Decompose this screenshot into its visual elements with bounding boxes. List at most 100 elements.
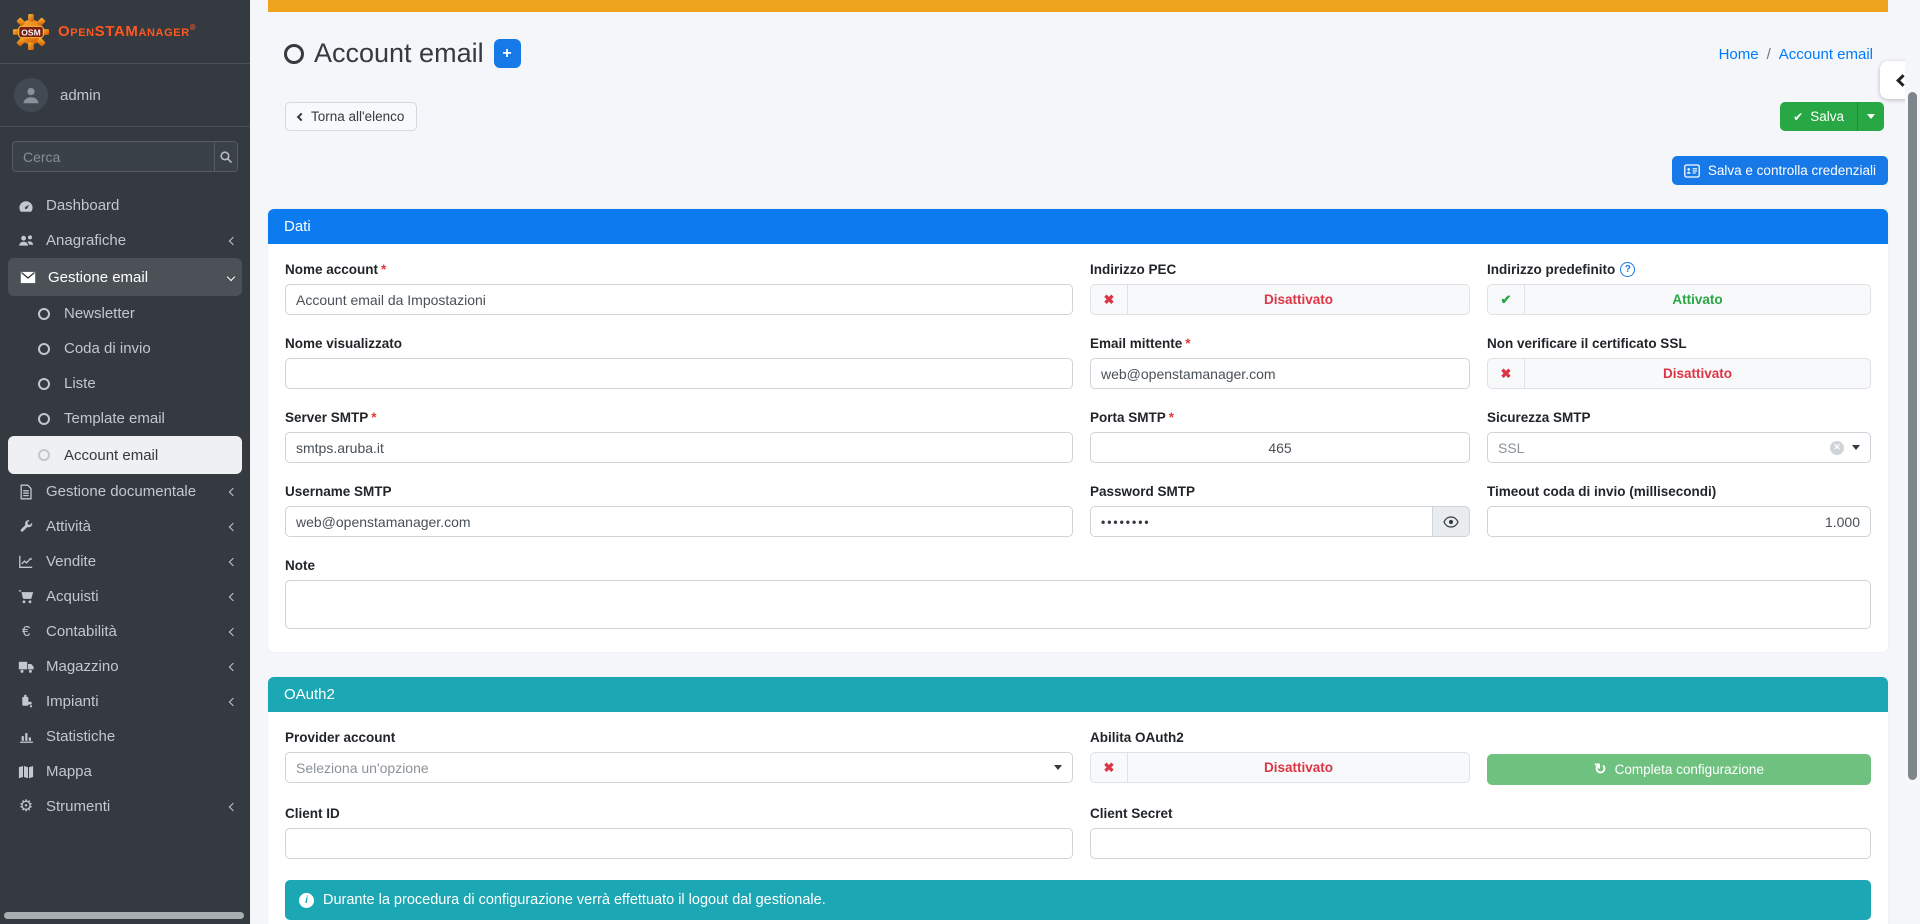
breadcrumb-separator: /: [1767, 46, 1771, 63]
sidebar-menu: DashboardAnagraficheGestione emailNewsle…: [0, 182, 250, 830]
field-client-id: Client ID: [285, 806, 1073, 859]
bar-chart-icon: [14, 729, 38, 744]
field-indirizzo-predefinito: Indirizzo predefinito? ✔ Attivato: [1487, 262, 1871, 315]
email-mittente-input[interactable]: [1090, 358, 1470, 389]
info-icon: i: [299, 893, 314, 908]
user-name: admin: [60, 87, 101, 104]
server-smtp-input[interactable]: [285, 432, 1073, 463]
search-button[interactable]: [214, 142, 237, 171]
search-input[interactable]: [13, 142, 214, 171]
required-asterisk: *: [1169, 410, 1174, 425]
sidebar-item-label: Statistiche: [46, 728, 115, 745]
sidebar-item-liste[interactable]: Liste: [0, 366, 250, 401]
dashboard-icon: [14, 198, 38, 214]
complete-configuration-button[interactable]: ↻ Completa configurazione: [1487, 754, 1871, 785]
clear-selection-icon[interactable]: ✕: [1830, 441, 1844, 455]
sidebar-item-anagrafiche[interactable]: Anagrafiche: [0, 223, 250, 258]
sidebar-item-vendite[interactable]: Vendite: [0, 544, 250, 579]
chevron-left-icon: [229, 487, 237, 495]
timeout-input[interactable]: [1487, 506, 1871, 537]
sidebar-horizontal-scrollbar[interactable]: [4, 912, 244, 919]
sidebar-item-mappa[interactable]: Mappa: [0, 754, 250, 789]
save-dropdown-button[interactable]: [1857, 102, 1884, 131]
porta-smtp-input[interactable]: [1090, 432, 1470, 463]
toggle-state-label: Disattivato: [1525, 359, 1870, 388]
breadcrumb-current-link[interactable]: Account email: [1779, 46, 1873, 63]
required-asterisk: *: [1185, 336, 1190, 351]
eye-icon: [1443, 516, 1459, 528]
vertical-scrollbar-thumb[interactable]: [1908, 92, 1917, 780]
indirizzo-predefinito-toggle[interactable]: ✔ Attivato: [1487, 284, 1871, 315]
sidebar-item-gestione-email[interactable]: Gestione email: [8, 258, 242, 296]
sidebar-item-contabilita[interactable]: € Contabilità: [0, 614, 250, 649]
field-abilita-oauth2: Abilita OAuth2 ✖ Disattivato: [1090, 730, 1470, 785]
user-panel[interactable]: admin: [0, 64, 250, 127]
required-asterisk: *: [371, 410, 376, 425]
non-verificare-ssl-toggle[interactable]: ✖ Disattivato: [1487, 358, 1871, 389]
chevron-left-icon: [229, 802, 237, 810]
username-smtp-input[interactable]: [285, 506, 1073, 537]
map-icon: [14, 765, 38, 779]
sidebar-item-label: Attività: [46, 518, 91, 535]
brand[interactable]: OSM OpenSTAManager®: [0, 0, 250, 64]
nome-visualizzato-input[interactable]: [285, 358, 1073, 389]
sidebar-item-gestione-documentale[interactable]: Gestione documentale: [0, 474, 250, 509]
back-to-list-button[interactable]: Torna all'elenco: [285, 102, 417, 131]
sidebar-item-magazzino[interactable]: Magazzino: [0, 649, 250, 684]
field-email-mittente: Email mittente*: [1090, 336, 1470, 389]
sidebar-item-acquisti[interactable]: Acquisti: [0, 579, 250, 614]
add-record-button[interactable]: +: [494, 39, 521, 68]
field-note: Note: [285, 558, 1871, 634]
vertical-scrollbar-track[interactable]: [1905, 0, 1920, 924]
oauth2-panel-header: OAuth2: [268, 677, 1888, 712]
dati-panel-header: Dati: [268, 209, 1888, 244]
help-circle-icon[interactable]: ?: [1620, 262, 1635, 277]
client-id-input[interactable]: [285, 828, 1073, 859]
abilita-oauth2-toggle[interactable]: ✖ Disattivato: [1090, 752, 1470, 783]
sicurezza-smtp-select[interactable]: SSL ✕: [1487, 432, 1871, 463]
toggle-state-label: Disattivato: [1128, 285, 1469, 314]
toggle-state-label: Attivato: [1525, 285, 1870, 314]
provider-account-select[interactable]: Seleziona un'opzione: [285, 752, 1073, 783]
chevron-left-icon: [229, 592, 237, 600]
oauth2-panel: OAuth2 Provider account Seleziona un'opz…: [268, 677, 1888, 924]
show-password-button[interactable]: [1432, 507, 1469, 536]
sidebar-item-account-email[interactable]: Account email: [8, 436, 242, 474]
note-textarea[interactable]: [285, 580, 1871, 629]
field-nome-account: Nome account*: [285, 262, 1073, 315]
check-icon: ✔: [1793, 110, 1803, 124]
sidebar-item-label: Contabilità: [46, 623, 117, 640]
sidebar-item-template-email[interactable]: Template email: [0, 401, 250, 436]
breadcrumb-home-link[interactable]: Home: [1719, 46, 1759, 63]
sidebar-item-label: Gestione documentale: [46, 483, 196, 500]
chevron-left-icon: [229, 522, 237, 530]
client-secret-input[interactable]: [1090, 828, 1871, 859]
nome-account-input[interactable]: [285, 284, 1073, 315]
brand-name: OpenSTAManager®: [58, 23, 196, 40]
sidebar-item-dashboard[interactable]: Dashboard: [0, 188, 250, 223]
caret-down-icon: [1867, 114, 1875, 119]
info-text: Durante la procedura di configurazione v…: [323, 892, 826, 908]
sidebar-item-strumenti[interactable]: ⚙Strumenti: [0, 789, 250, 824]
page-title-row: Account email +: [284, 38, 521, 69]
sidebar-item-label: Acquisti: [46, 588, 99, 605]
save-and-check-credentials-button[interactable]: Salva e controlla credenziali: [1672, 156, 1888, 185]
sidebar-item-statistiche[interactable]: Statistiche: [0, 719, 250, 754]
sidebar-item-attivita[interactable]: Attività: [0, 509, 250, 544]
indirizzo-pec-toggle[interactable]: ✖ Disattivato: [1090, 284, 1470, 315]
sidebar-item-impianti[interactable]: Impianti: [0, 684, 250, 719]
osm-gear-logo-icon: OSM: [12, 13, 50, 51]
plus-icon: +: [502, 45, 511, 63]
field-provider-account: Provider account Seleziona un'opzione: [285, 730, 1073, 785]
sidebar-item-newsletter[interactable]: Newsletter: [0, 296, 250, 331]
avatar: [14, 78, 48, 112]
sidebar-item-label: Mappa: [46, 763, 92, 780]
search-icon: [219, 150, 233, 164]
sidebar-item-label: Vendite: [46, 553, 96, 570]
save-button[interactable]: ✔ Salva: [1780, 102, 1857, 131]
euro-icon: €: [14, 623, 38, 640]
breadcrumb: Home / Account email: [1719, 46, 1873, 63]
password-smtp-input[interactable]: [1091, 507, 1432, 536]
toggle-state-label: Disattivato: [1128, 753, 1469, 782]
sidebar-item-coda-di-invio[interactable]: Coda di invio: [0, 331, 250, 366]
